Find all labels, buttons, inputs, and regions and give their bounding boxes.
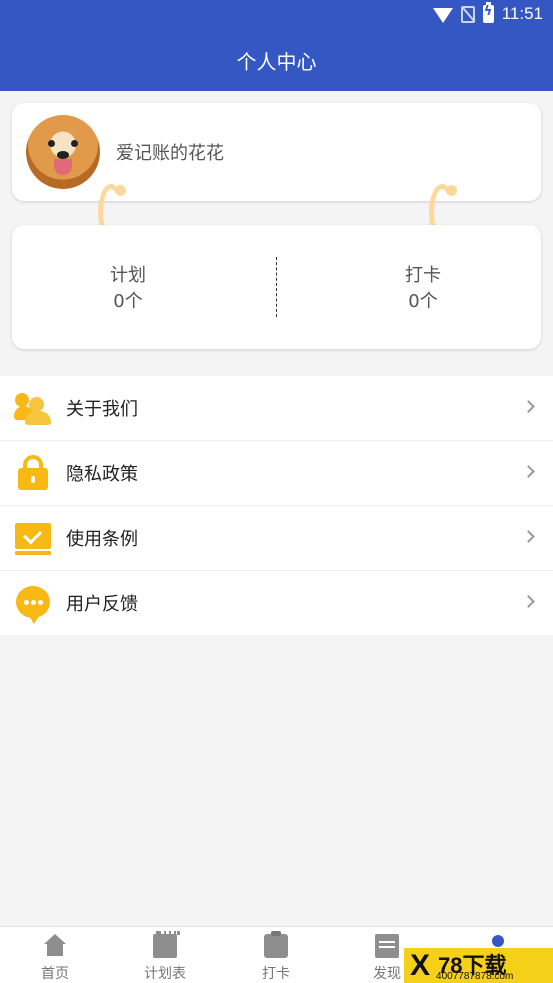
menu-item-label: 关于我们 <box>66 399 138 420</box>
avatar-eye <box>48 140 55 147</box>
menu-item-about-us[interactable]: 关于我们 <box>0 376 553 441</box>
clipboard-icon <box>264 931 288 958</box>
document-icon <box>375 934 399 958</box>
watermark-logo: X 78下载 4007787878.com <box>404 948 553 983</box>
menu-item-label: 隐私政策 <box>66 464 138 485</box>
lock-icon <box>14 454 52 492</box>
battery-charging-icon <box>482 2 494 23</box>
chevron-right-icon <box>522 530 535 543</box>
menu-item-privacy-policy[interactable]: 隐私政策 <box>0 441 553 506</box>
chevron-right-icon <box>522 400 535 413</box>
tab-plan[interactable]: 计划表 <box>110 927 220 983</box>
home-icon <box>43 934 67 958</box>
status-icons: 11:51 <box>432 2 543 24</box>
calendar-icon <box>153 931 180 958</box>
avatar[interactable] <box>26 115 100 189</box>
watermark-small-text: 4007787878.com <box>436 971 514 982</box>
chevron-right-icon <box>522 465 535 478</box>
stat-checkin-count: 0个 <box>408 291 438 312</box>
watermark-x: X <box>410 948 431 982</box>
tab-label: 计划表 <box>144 966 186 982</box>
avatar-eye <box>71 140 78 147</box>
users-icon <box>14 389 52 427</box>
status-time: 11:51 <box>501 4 543 23</box>
stat-checkin-label: 打卡 <box>405 265 441 286</box>
title-bar: 个人中心 <box>0 30 553 91</box>
menu-item-feedback[interactable]: 用户反馈 <box>0 571 553 635</box>
menu-item-label: 用户反馈 <box>66 594 138 615</box>
tab-checkin[interactable]: 打卡 <box>221 927 331 983</box>
menu-item-label: 使用条例 <box>66 529 138 550</box>
page-title: 个人中心 <box>236 50 317 74</box>
tab-label: 打卡 <box>262 966 290 982</box>
username: 爱记账的花花 <box>116 143 224 164</box>
wifi-icon <box>432 7 453 23</box>
tab-home[interactable]: 首页 <box>0 927 110 983</box>
stat-checkin[interactable]: 打卡 0个 <box>363 263 483 315</box>
checked-document-icon <box>14 519 52 557</box>
menu-item-terms-of-use[interactable]: 使用条例 <box>0 506 553 571</box>
avatar-nose <box>57 151 69 159</box>
stats-card: 计划 0个 打卡 0个 <box>12 225 541 349</box>
no-sim-icon <box>460 5 475 23</box>
tab-label: 首页 <box>41 966 69 982</box>
chevron-right-icon <box>522 595 535 608</box>
watermark-text: 78下载 4007787878.com <box>434 948 544 983</box>
avatar-mouth <box>54 159 72 175</box>
stat-plan-label: 计划 <box>110 265 146 286</box>
stat-plan[interactable]: 计划 0个 <box>68 263 188 315</box>
stats-divider <box>276 257 277 317</box>
status-bar: 11:51 <box>0 0 553 30</box>
profile-card[interactable]: 爱记账的花花 <box>12 103 541 201</box>
settings-menu: 关于我们 隐私政策 使用条例 用户反馈 <box>0 376 553 635</box>
chat-bubble-icon <box>14 584 52 624</box>
stat-plan-count: 0个 <box>113 291 143 312</box>
